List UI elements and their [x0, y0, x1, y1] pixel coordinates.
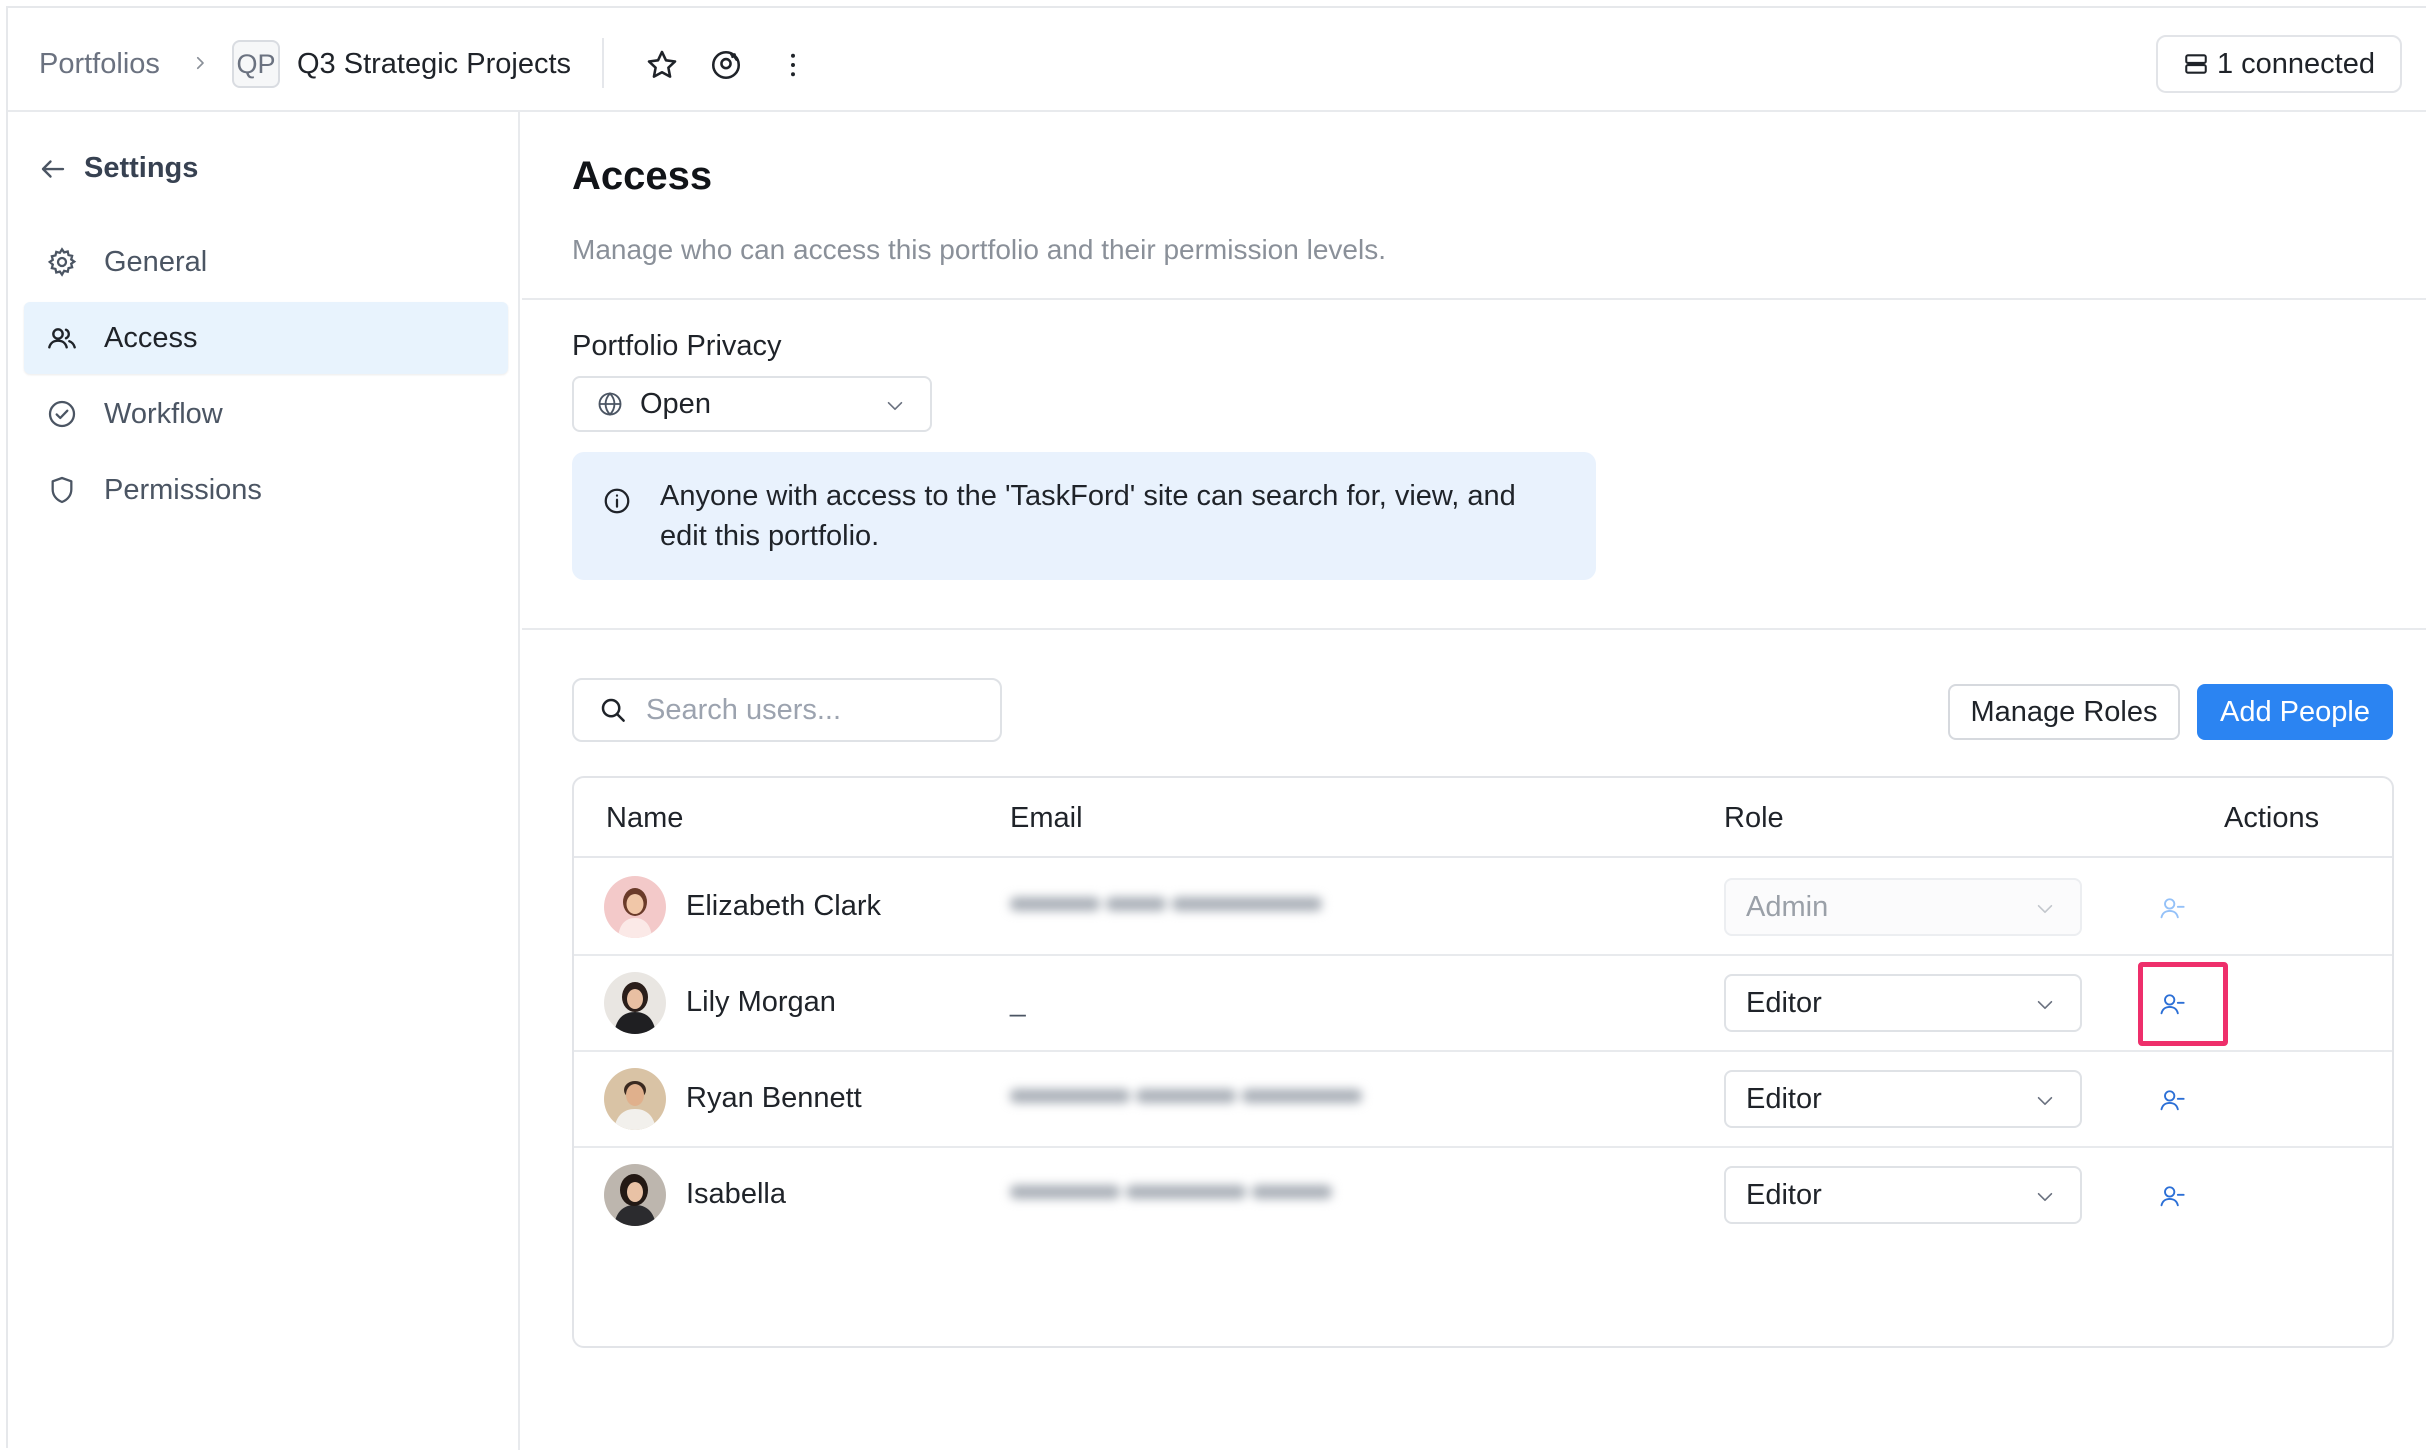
role-select[interactable]: Editor: [1724, 974, 2082, 1032]
sidebar-item-permissions[interactable]: Permissions: [24, 454, 508, 526]
chevron-right-icon: [191, 54, 209, 72]
users-icon: [48, 328, 76, 349]
user-minus-icon: [2160, 898, 2185, 919]
info-icon: [604, 488, 630, 514]
settings-sidebar: Settings General Access Workflow Permiss…: [8, 112, 520, 1450]
users-table: Name Email Role Actions Elizabeth Clark …: [572, 776, 2394, 1348]
page-description: Manage who can access this portfolio and…: [572, 234, 1386, 265]
shield-icon: [51, 476, 73, 504]
role-value: Editor: [1746, 1178, 1822, 1211]
star-icon[interactable]: [645, 48, 679, 82]
table-row: Isabella Editor: [574, 1148, 2392, 1244]
table-header: Name Email Role Actions: [574, 778, 2392, 858]
avatar: [604, 1068, 666, 1130]
user-email-redacted: [1010, 1178, 1340, 1210]
sidebar-item-access[interactable]: Access: [24, 302, 508, 374]
add-people-button[interactable]: Add People: [2197, 684, 2393, 740]
user-name: Elizabeth Clark: [686, 890, 882, 922]
role-select: Admin: [1724, 878, 2082, 936]
page-title: Access: [572, 154, 713, 198]
role-select[interactable]: Editor: [1724, 1166, 2082, 1224]
search-icon: [601, 698, 625, 722]
remove-user-button[interactable]: [2152, 1080, 2192, 1120]
user-minus-icon: [2160, 1090, 2185, 1111]
user-settings-icon[interactable]: [709, 48, 743, 82]
app-window: Portfolios QP Q3 Strategic Projects 1 co…: [6, 6, 2426, 1450]
user-name: Lily Morgan: [686, 986, 836, 1018]
divider: [522, 628, 2426, 630]
chevron-down-icon: [2037, 1096, 2053, 1106]
divider: [522, 298, 2426, 300]
sidebar-item-label: Workflow: [104, 397, 223, 430]
column-header-role: Role: [1724, 802, 1784, 834]
connected-button[interactable]: 1 connected: [2156, 35, 2402, 93]
remove-user-button[interactable]: [2152, 1176, 2192, 1216]
settings-heading: Settings: [84, 152, 199, 184]
user-search[interactable]: [572, 678, 1002, 742]
user-name: Isabella: [686, 1178, 786, 1210]
search-input[interactable]: [646, 693, 986, 727]
privacy-info-text: Anyone with access to the 'TaskFord' sit…: [660, 480, 1516, 552]
main-content: Access Manage who can access this portfo…: [522, 112, 2426, 1450]
gear-icon: [47, 247, 77, 277]
user-minus-icon: [2160, 1186, 2185, 1207]
chevron-down-icon: [2037, 1192, 2053, 1202]
privacy-info-banner: Anyone with access to the 'TaskFord' sit…: [572, 452, 1596, 580]
remove-user-button[interactable]: [2152, 984, 2192, 1024]
avatar: [604, 876, 666, 938]
user-name: Ryan Bennett: [686, 1082, 862, 1114]
manage-roles-button[interactable]: Manage Roles: [1948, 684, 2180, 740]
chevron-down-icon: [887, 401, 903, 411]
back-to-settings[interactable]: Settings: [38, 152, 198, 185]
sidebar-item-general[interactable]: General: [24, 226, 508, 298]
column-header-name: Name: [606, 802, 684, 834]
project-title[interactable]: Q3 Strategic Projects: [297, 48, 571, 81]
project-badge: QP: [232, 40, 280, 88]
table-row: Ryan Bennett Editor: [574, 1052, 2392, 1148]
role-value: Editor: [1746, 986, 1822, 1019]
column-header-email: Email: [1010, 802, 1083, 834]
user-email: _: [1010, 986, 1026, 1017]
connected-label: 1 connected: [2216, 47, 2375, 80]
table-row: Lily Morgan _ Editor: [574, 956, 2392, 1052]
privacy-label: Portfolio Privacy: [572, 330, 782, 362]
privacy-select[interactable]: Open: [572, 376, 932, 432]
more-vertical-icon[interactable]: [776, 48, 810, 82]
check-circle-icon: [48, 400, 76, 428]
sidebar-item-workflow[interactable]: Workflow: [24, 378, 508, 450]
sidebar-item-label: Access: [104, 321, 198, 354]
table-row: Elizabeth Clark Admin: [574, 860, 2392, 956]
privacy-value: Open: [640, 387, 711, 420]
user-email-redacted: [1010, 1082, 1370, 1114]
avatar: [604, 1164, 666, 1226]
user-minus-icon: [2160, 994, 2185, 1015]
column-header-actions: Actions: [2224, 802, 2320, 834]
globe-icon: [598, 392, 622, 416]
avatar: [604, 972, 666, 1034]
user-email-redacted: [1010, 890, 1330, 922]
role-select[interactable]: Editor: [1724, 1070, 2082, 1128]
chevron-down-icon: [2037, 904, 2053, 914]
arrow-left-icon: [41, 159, 65, 178]
top-bar: Portfolios QP Q3 Strategic Projects 1 co…: [8, 8, 2426, 112]
server-icon: [2185, 54, 2207, 74]
divider: [602, 38, 604, 88]
sidebar-item-label: Permissions: [104, 473, 262, 506]
breadcrumb-portfolios[interactable]: Portfolios: [39, 48, 160, 81]
role-value: Admin: [1746, 890, 1829, 923]
remove-user-button: [2152, 888, 2192, 928]
chevron-down-icon: [2037, 1000, 2053, 1010]
sidebar-item-label: General: [104, 245, 208, 278]
role-value: Editor: [1746, 1082, 1822, 1115]
